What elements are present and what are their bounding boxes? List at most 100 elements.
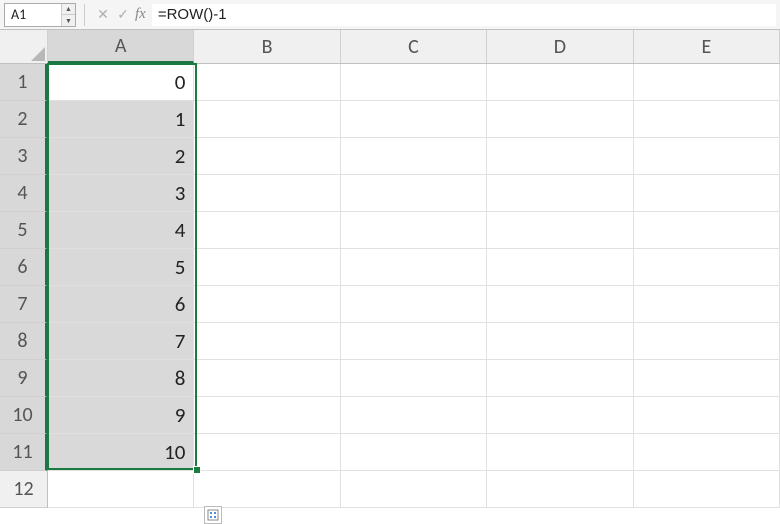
cell-c5[interactable]	[341, 212, 487, 249]
column-header-e[interactable]: E	[634, 30, 780, 63]
fill-handle[interactable]	[193, 466, 201, 474]
select-all-triangle-icon	[31, 47, 45, 61]
accept-formula-button[interactable]: ✓	[113, 5, 133, 25]
cell-a5[interactable]: 4	[48, 212, 194, 249]
cell-d4[interactable]	[487, 175, 633, 212]
spreadsheet: A B C D E 1 2 3 4 5 6 7 8 9 10 11 12 0 1	[0, 30, 780, 520]
cell-d7[interactable]	[487, 286, 633, 323]
row-header-6[interactable]: 6	[0, 249, 47, 286]
formula-input[interactable]	[152, 4, 776, 26]
cell-e6[interactable]	[634, 249, 780, 286]
cell-b11[interactable]	[194, 434, 340, 471]
name-box-value: A1	[11, 6, 26, 23]
cell-b2[interactable]	[194, 101, 340, 138]
cell-c3[interactable]	[341, 138, 487, 175]
cell-c11[interactable]	[341, 434, 487, 471]
name-box-up-icon[interactable]: ▲	[62, 4, 75, 16]
cell-e8[interactable]	[634, 323, 780, 360]
cell-b5[interactable]	[194, 212, 340, 249]
cell-a8[interactable]: 7	[48, 323, 194, 360]
row-header-7[interactable]: 7	[0, 286, 47, 323]
cell-d6[interactable]	[487, 249, 633, 286]
cell-d5[interactable]	[487, 212, 633, 249]
row-headers: 1 2 3 4 5 6 7 8 9 10 11 12	[0, 64, 48, 508]
column-header-a[interactable]: A	[48, 30, 194, 63]
cell-d1[interactable]	[487, 64, 633, 101]
cell-c9[interactable]	[341, 360, 487, 397]
row-header-2[interactable]: 2	[0, 101, 47, 138]
cell-a9[interactable]: 8	[48, 360, 194, 397]
row-header-9[interactable]: 9	[0, 360, 47, 397]
grid-row: 3	[48, 175, 780, 212]
column-headers: A B C D E	[48, 30, 780, 64]
grid-row: 8	[48, 360, 780, 397]
cell-d11[interactable]	[487, 434, 633, 471]
grid-row: 1	[48, 101, 780, 138]
cell-b9[interactable]	[194, 360, 340, 397]
cancel-formula-button[interactable]: ✕	[93, 5, 113, 25]
cell-e9[interactable]	[634, 360, 780, 397]
cell-d2[interactable]	[487, 101, 633, 138]
cell-c8[interactable]	[341, 323, 487, 360]
cell-c2[interactable]	[341, 101, 487, 138]
check-icon: ✓	[117, 6, 129, 23]
cell-c6[interactable]	[341, 249, 487, 286]
row-header-10[interactable]: 10	[0, 397, 47, 434]
select-all-corner[interactable]	[0, 30, 48, 64]
cell-e11[interactable]	[634, 434, 780, 471]
row-header-4[interactable]: 4	[0, 175, 47, 212]
cell-e10[interactable]	[634, 397, 780, 434]
grid-row: 5	[48, 249, 780, 286]
cell-c7[interactable]	[341, 286, 487, 323]
cell-b4[interactable]	[194, 175, 340, 212]
row-header-1[interactable]: 1	[0, 64, 47, 101]
cell-a4[interactable]: 3	[48, 175, 194, 212]
separator	[84, 4, 85, 26]
row-header-11[interactable]: 11	[0, 434, 47, 471]
cell-b6[interactable]	[194, 249, 340, 286]
autofill-options-icon	[207, 509, 219, 521]
fx-label[interactable]: fx	[135, 6, 146, 23]
row-header-3[interactable]: 3	[0, 138, 47, 175]
cell-d9[interactable]	[487, 360, 633, 397]
cell-e12[interactable]	[634, 471, 780, 508]
cell-a10[interactable]: 9	[48, 397, 194, 434]
cell-d3[interactable]	[487, 138, 633, 175]
cell-a12[interactable]	[48, 471, 194, 508]
cell-a3[interactable]: 2	[48, 138, 194, 175]
cell-e4[interactable]	[634, 175, 780, 212]
row-header-12[interactable]: 12	[0, 471, 47, 508]
cell-b8[interactable]	[194, 323, 340, 360]
autofill-options-button[interactable]	[204, 506, 222, 524]
cell-b3[interactable]	[194, 138, 340, 175]
column-header-c[interactable]: C	[341, 30, 487, 63]
cell-a6[interactable]: 5	[48, 249, 194, 286]
cell-e5[interactable]	[634, 212, 780, 249]
row-header-8[interactable]: 8	[0, 323, 47, 360]
row-header-5[interactable]: 5	[0, 212, 47, 249]
cell-b7[interactable]	[194, 286, 340, 323]
cell-c10[interactable]	[341, 397, 487, 434]
cell-a2[interactable]: 1	[48, 101, 194, 138]
cell-d8[interactable]	[487, 323, 633, 360]
column-header-b[interactable]: B	[194, 30, 340, 63]
cell-d10[interactable]	[487, 397, 633, 434]
cell-c12[interactable]	[341, 471, 487, 508]
cell-a11[interactable]: 10	[48, 434, 194, 471]
cell-e2[interactable]	[634, 101, 780, 138]
cell-a7[interactable]: 6	[48, 286, 194, 323]
cell-d12[interactable]	[487, 471, 633, 508]
name-box-down-icon[interactable]: ▼	[62, 15, 75, 26]
cell-b10[interactable]	[194, 397, 340, 434]
cell-e3[interactable]	[634, 138, 780, 175]
cell-b1[interactable]	[194, 64, 340, 101]
grid-row: 0	[48, 64, 780, 101]
cell-c4[interactable]	[341, 175, 487, 212]
cell-a1[interactable]: 0	[48, 64, 194, 101]
cell-e7[interactable]	[634, 286, 780, 323]
column-header-d[interactable]: D	[487, 30, 633, 63]
cell-e1[interactable]	[634, 64, 780, 101]
cell-b12[interactable]	[194, 471, 340, 508]
name-box[interactable]: A1 ▲ ▼	[4, 3, 76, 27]
cell-c1[interactable]	[341, 64, 487, 101]
